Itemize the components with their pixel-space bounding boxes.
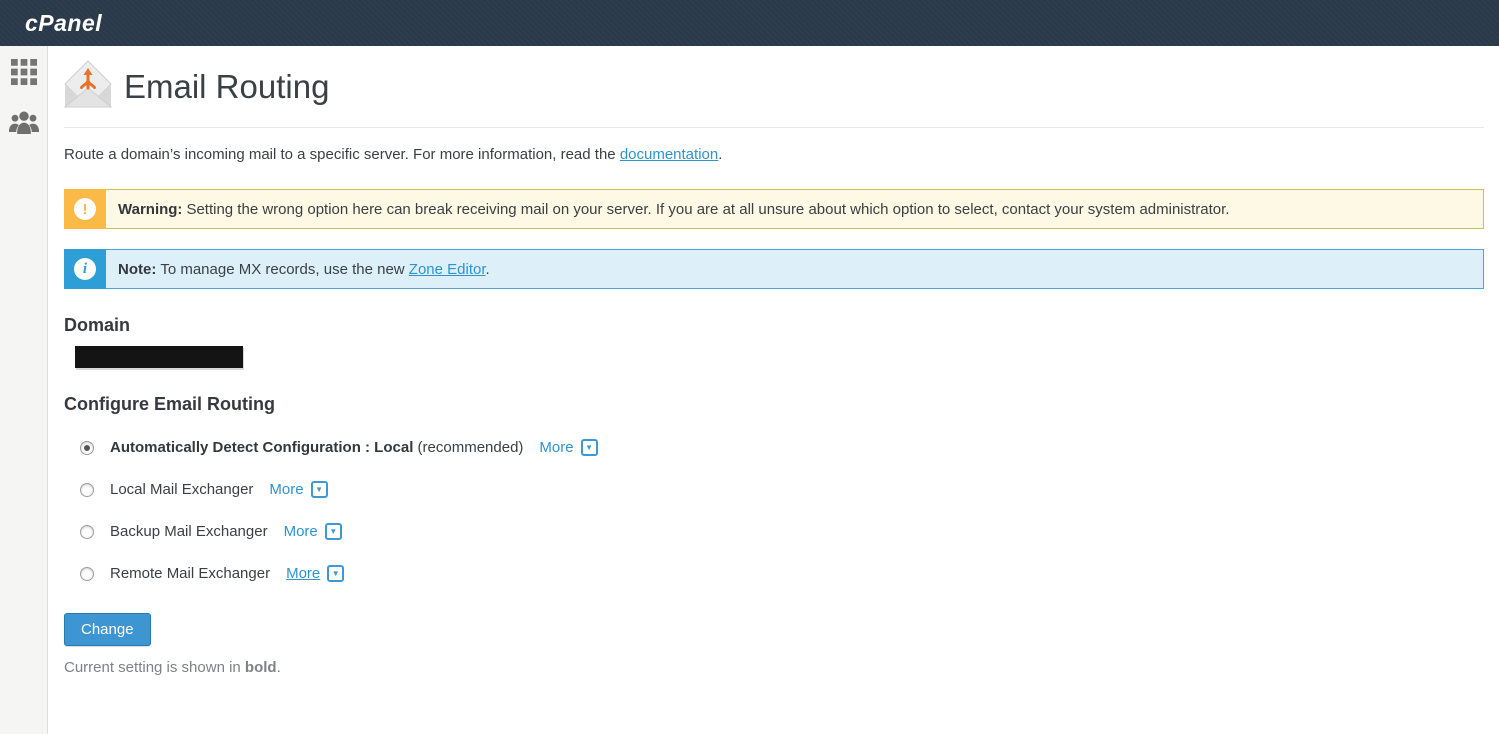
page-title: Email Routing bbox=[124, 68, 329, 106]
current-setting-note: Current setting is shown in bold. bbox=[64, 659, 1484, 676]
note-after: . bbox=[277, 659, 281, 676]
description-text: Route a domain’s incoming mail to a spec… bbox=[64, 146, 620, 163]
note-prefix: Note: bbox=[118, 261, 156, 278]
sidebar-item-apps[interactable] bbox=[10, 60, 38, 88]
top-navbar: cPanel bbox=[0, 0, 1499, 46]
warning-callout: ! Warning:Setting the wrong option here … bbox=[64, 189, 1484, 229]
domain-value-redacted bbox=[75, 346, 243, 368]
more-link-backup[interactable]: More bbox=[284, 523, 318, 540]
sidebar bbox=[0, 46, 48, 734]
info-icon: i bbox=[74, 258, 96, 280]
radio-backup-mail-exchanger[interactable] bbox=[80, 525, 94, 539]
cpanel-logo[interactable]: cPanel bbox=[25, 10, 102, 37]
note-before: Current setting is shown in bbox=[64, 659, 245, 676]
note-message: Note:To manage MX records, use the new Z… bbox=[106, 249, 1484, 289]
apps-grid-icon bbox=[11, 59, 37, 90]
sidebar-item-user-manager[interactable] bbox=[10, 110, 38, 138]
warning-prefix: Warning: bbox=[118, 201, 182, 218]
note-bold-word: bold bbox=[245, 659, 277, 676]
radio-auto-detect[interactable] bbox=[80, 441, 94, 455]
routing-options: Automatically Detect Configuration : Loc… bbox=[64, 439, 1484, 582]
note-period: . bbox=[486, 261, 490, 278]
option-backup-label: Backup Mail Exchanger bbox=[110, 523, 268, 540]
option-auto-detect-suffix: (recommended) bbox=[413, 439, 523, 456]
more-link-auto-detect[interactable]: More bbox=[539, 439, 573, 456]
chevron-down-icon[interactable]: ▼ bbox=[325, 523, 342, 540]
configure-routing-heading: Configure Email Routing bbox=[64, 394, 1484, 415]
warning-icon: ! bbox=[74, 198, 96, 220]
radio-local-mail-exchanger[interactable] bbox=[80, 483, 94, 497]
description-period: . bbox=[718, 146, 722, 163]
page-description: Route a domain’s incoming mail to a spec… bbox=[64, 146, 1484, 163]
chevron-down-icon[interactable]: ▼ bbox=[581, 439, 598, 456]
users-group-icon bbox=[9, 110, 39, 139]
email-routing-icon bbox=[64, 60, 112, 113]
option-auto-detect-label: Automatically Detect Configuration : Loc… bbox=[110, 439, 523, 456]
option-local-mail-exchanger: Local Mail Exchanger More ▼ bbox=[64, 481, 1484, 498]
option-auto-detect-text: Automatically Detect Configuration : Loc… bbox=[110, 439, 413, 456]
documentation-link[interactable]: documentation bbox=[620, 146, 718, 163]
more-link-remote[interactable]: More bbox=[286, 565, 320, 582]
option-local-label: Local Mail Exchanger bbox=[110, 481, 253, 498]
zone-editor-link[interactable]: Zone Editor bbox=[409, 261, 486, 278]
note-callout: i Note:To manage MX records, use the new… bbox=[64, 249, 1484, 289]
page-header: Email Routing bbox=[64, 60, 1484, 128]
option-backup-mail-exchanger: Backup Mail Exchanger More ▼ bbox=[64, 523, 1484, 540]
domain-heading: Domain bbox=[64, 315, 1484, 336]
warning-icon-block: ! bbox=[64, 189, 106, 229]
option-remote-label: Remote Mail Exchanger bbox=[110, 565, 270, 582]
option-remote-mail-exchanger: Remote Mail Exchanger More ▼ bbox=[64, 565, 1484, 582]
more-link-local[interactable]: More bbox=[269, 481, 303, 498]
main-content: Email Routing Route a domain’s incoming … bbox=[48, 46, 1499, 734]
chevron-down-icon[interactable]: ▼ bbox=[327, 565, 344, 582]
option-auto-detect: Automatically Detect Configuration : Loc… bbox=[64, 439, 1484, 456]
chevron-down-icon[interactable]: ▼ bbox=[311, 481, 328, 498]
change-button[interactable]: Change bbox=[64, 613, 151, 646]
note-icon-block: i bbox=[64, 249, 106, 289]
warning-text: Setting the wrong option here can break … bbox=[186, 201, 1229, 218]
radio-remote-mail-exchanger[interactable] bbox=[80, 567, 94, 581]
note-text: To manage MX records, use the new bbox=[160, 261, 408, 278]
warning-message: Warning:Setting the wrong option here ca… bbox=[106, 189, 1484, 229]
